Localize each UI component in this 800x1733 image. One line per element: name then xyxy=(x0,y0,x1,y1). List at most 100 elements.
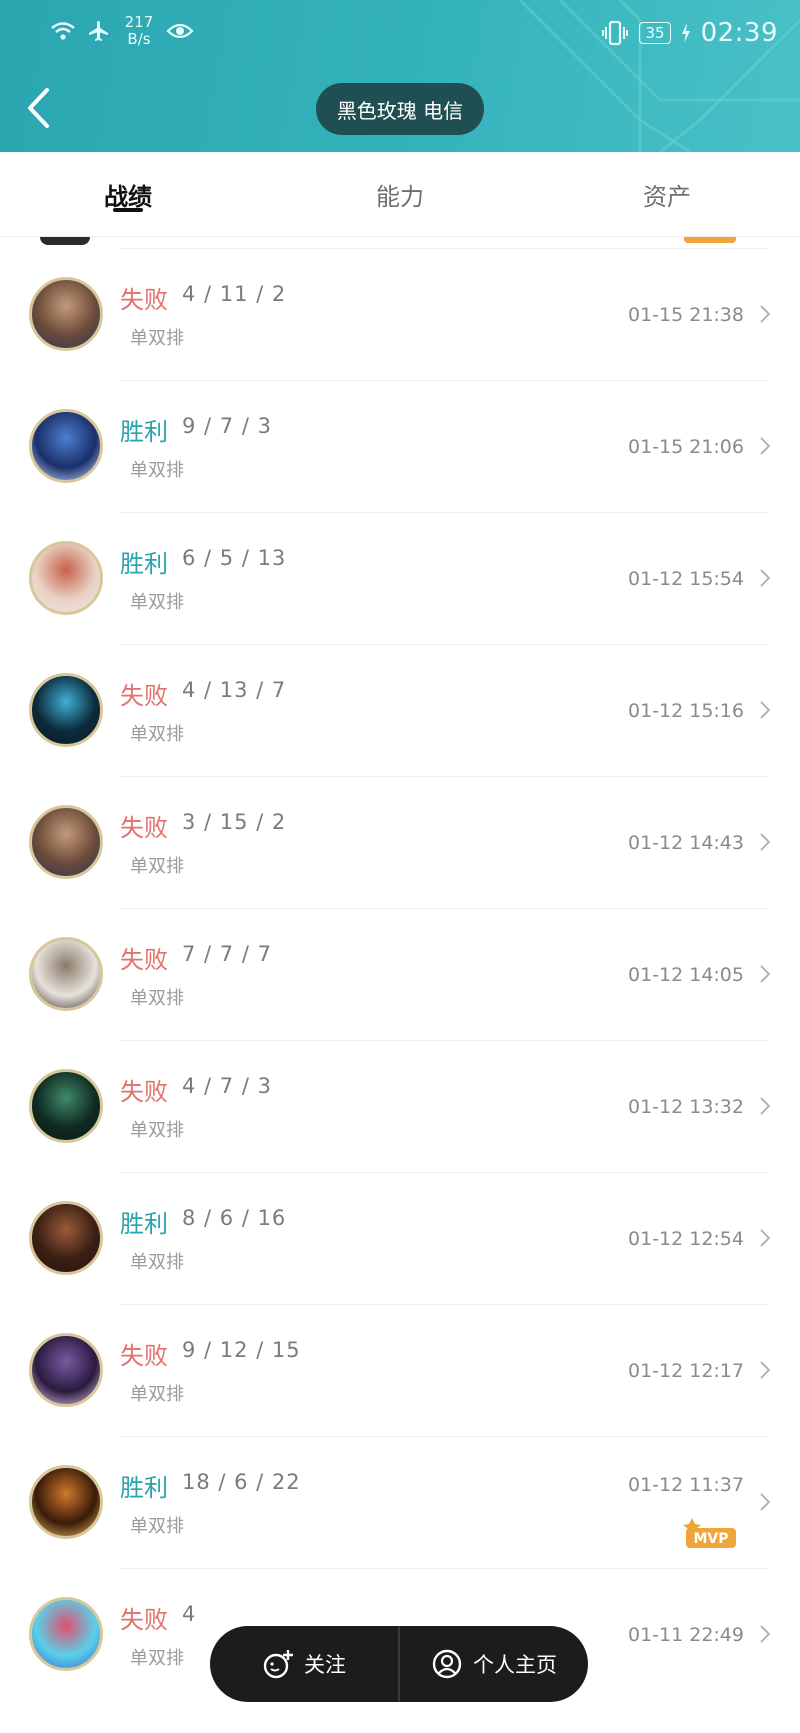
champion-avatar-5 xyxy=(29,937,103,1011)
match-result: 胜利 xyxy=(120,1474,168,1502)
match-row[interactable]: 失败 9 / 12 / 15 单双排 01-12 12:17 xyxy=(0,1304,800,1436)
match-result: 胜利 xyxy=(120,550,168,578)
match-time: 01-12 15:16 xyxy=(627,700,744,722)
row-divider xyxy=(120,380,768,381)
chevron-right-icon xyxy=(760,1493,771,1511)
match-kda: 7 / 7 / 7 xyxy=(182,942,272,966)
match-time: 01-12 15:54 xyxy=(627,568,744,590)
match-row[interactable]: 失败 4 / 11 / 2 单双排 01-15 21:38 xyxy=(0,248,800,380)
profile-button[interactable]: 个人主页 xyxy=(400,1626,588,1702)
match-time: 01-12 11:37 xyxy=(627,1474,744,1496)
match-kda: 9 / 12 / 15 xyxy=(182,1338,301,1362)
match-mode: 单双排 xyxy=(130,592,184,613)
match-mode: 单双排 xyxy=(130,328,184,349)
row-divider xyxy=(120,644,768,645)
chevron-right-icon xyxy=(760,437,771,455)
match-result: 失败 xyxy=(120,1078,168,1106)
tab-match-history[interactable]: 战绩 xyxy=(53,152,203,236)
chevron-right-icon xyxy=(760,569,771,587)
champion-avatar-1 xyxy=(29,277,103,351)
player-title[interactable]: 黑色玫瑰 电信 xyxy=(316,83,484,135)
svg-text:MVP: MVP xyxy=(693,1531,728,1547)
match-time: 01-15 21:06 xyxy=(627,436,744,458)
partial-list-item xyxy=(0,237,800,247)
follow-button[interactable]: 关注 xyxy=(210,1626,398,1702)
match-result: 失败 xyxy=(120,286,168,314)
champion-avatar-2 xyxy=(29,409,103,483)
match-mode: 单双排 xyxy=(130,1384,184,1405)
network-speed-value: 217 xyxy=(124,13,154,31)
match-time: 01-11 22:49 xyxy=(627,1624,744,1646)
row-divider xyxy=(120,1436,768,1437)
chevron-right-icon xyxy=(760,1229,771,1247)
match-row[interactable]: 失败 7 / 7 / 7 单双排 01-12 14:05 xyxy=(0,908,800,1040)
champion-avatar-4 xyxy=(29,673,103,747)
match-row[interactable]: 胜利 6 / 5 / 13 单双排 01-12 15:54 xyxy=(0,512,800,644)
match-mode: 单双排 xyxy=(130,1648,184,1669)
partial-mvp-badge xyxy=(684,237,736,243)
mvp-badge: MVP xyxy=(683,1518,736,1548)
match-kda: 3 / 15 / 2 xyxy=(182,810,287,834)
airplane-icon xyxy=(89,21,108,41)
tab-active-indicator xyxy=(113,208,143,212)
row-divider xyxy=(120,1568,768,1569)
chevron-right-icon xyxy=(760,701,771,719)
vibrate-icon xyxy=(602,20,629,46)
charging-icon xyxy=(681,23,690,43)
match-time: 01-12 12:17 xyxy=(627,1360,744,1382)
match-row[interactable]: 失败 4 / 13 / 7 单双排 01-12 15:16 xyxy=(0,644,800,776)
match-kda: 4 / 11 / 2 xyxy=(182,282,287,306)
match-kda: 4 / 13 / 7 xyxy=(182,678,287,702)
match-kda: 8 / 6 / 16 xyxy=(182,1206,287,1230)
match-mode: 单双排 xyxy=(130,1252,184,1273)
match-result: 失败 xyxy=(120,1606,168,1634)
status-bar: 217 B/s 35 02:39 xyxy=(0,0,800,70)
row-divider xyxy=(120,776,768,777)
tab-ability[interactable]: 能力 xyxy=(325,152,475,236)
match-result: 失败 xyxy=(120,814,168,842)
follow-icon xyxy=(263,1650,293,1679)
match-row[interactable]: 失败 3 / 15 / 2 单双排 01-12 14:43 xyxy=(0,776,800,908)
chevron-right-icon xyxy=(760,305,771,323)
bottom-action-bar: 关注 个人主页 xyxy=(210,1626,588,1702)
match-result: 失败 xyxy=(120,946,168,974)
match-time: 01-15 21:38 xyxy=(627,304,744,326)
tab-assets[interactable]: 资产 xyxy=(592,152,742,236)
match-mode: 单双排 xyxy=(130,856,184,877)
match-time: 01-12 14:05 xyxy=(627,964,744,986)
row-divider xyxy=(120,512,768,513)
row-divider xyxy=(120,1040,768,1041)
back-button[interactable] xyxy=(16,84,60,132)
champion-avatar-3 xyxy=(29,541,103,615)
row-divider xyxy=(120,908,768,909)
match-time: 01-12 13:32 xyxy=(627,1096,744,1118)
match-row[interactable]: 失败 4 / 7 / 3 单双排 01-12 13:32 xyxy=(0,1040,800,1172)
chevron-right-icon xyxy=(760,1097,771,1115)
match-row[interactable]: 胜利 9 / 7 / 3 单双排 01-15 21:06 xyxy=(0,380,800,512)
follow-label: 关注 xyxy=(304,1653,346,1677)
row-divider xyxy=(120,248,768,249)
chevron-right-icon xyxy=(760,1625,771,1643)
partial-avatar xyxy=(40,237,90,245)
match-kda: 9 / 7 / 3 xyxy=(182,414,272,438)
match-result: 胜利 xyxy=(120,418,168,446)
match-row[interactable]: 胜利 8 / 6 / 16 单双排 01-12 12:54 xyxy=(0,1172,800,1304)
chevron-left-icon xyxy=(28,88,49,128)
profile-label: 个人主页 xyxy=(473,1653,557,1677)
profile-icon xyxy=(432,1649,462,1679)
match-mode: 单双排 xyxy=(130,1120,184,1141)
champion-avatar-9 xyxy=(29,1465,103,1539)
match-mode: 单双排 xyxy=(130,460,184,481)
champion-avatar-6 xyxy=(29,1069,103,1143)
network-speed-unit: B/s xyxy=(127,30,151,48)
match-row[interactable]: 胜利 18 / 6 / 22 单双排 01-12 11:37 MVP xyxy=(0,1436,800,1568)
match-kda: 4 xyxy=(182,1602,197,1626)
tab-bar: 战绩 能力 资产 xyxy=(0,152,800,237)
match-kda: 18 / 6 / 22 xyxy=(182,1470,301,1494)
match-time: 01-12 14:43 xyxy=(627,832,744,854)
chevron-right-icon xyxy=(760,1361,771,1379)
match-kda: 6 / 5 / 13 xyxy=(182,546,287,570)
header: 217 B/s 35 02:39 黑色玫瑰 电信 xyxy=(0,0,800,152)
match-kda: 4 / 7 / 3 xyxy=(182,1074,272,1098)
champion-avatar-8 xyxy=(29,1333,103,1407)
